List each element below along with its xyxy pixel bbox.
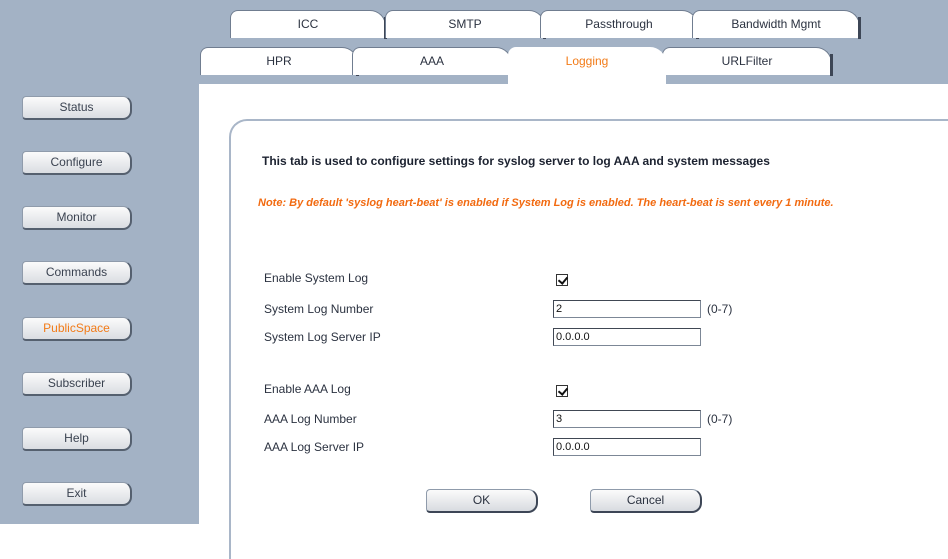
sidebar: Status Configure Monitor Commands Public… [0,0,199,524]
monitor-button[interactable]: Monitor [22,206,132,230]
system-log-number-label: System Log Number [264,302,374,316]
aaa-log-server-ip-label: AAA Log Server IP [264,440,365,454]
enable-aaa-log-label: Enable AAA Log [264,382,351,396]
commands-button[interactable]: Commands [22,261,132,285]
enable-aaa-log-checkbox[interactable] [556,385,568,397]
publicspace-button[interactable]: PublicSpace [22,317,132,341]
tab-smtp[interactable]: SMTP [385,10,546,39]
ok-button[interactable]: OK [426,489,538,513]
system-log-number-hint: (0-7) [707,302,733,316]
configure-button[interactable]: Configure [22,151,132,175]
heartbeat-note: Note: By default 'syslog heart-beat' is … [258,197,834,209]
aaa-log-server-ip-input[interactable] [553,438,701,456]
system-log-server-ip-input[interactable] [553,328,701,346]
tab-passthrough[interactable]: Passthrough [540,10,699,39]
exit-button[interactable]: Exit [22,482,132,506]
tab-bandwidth-mgmt[interactable]: Bandwidth Mgmt [692,10,861,39]
page-description: This tab is used to configure settings f… [262,154,770,168]
system-log-server-ip-label: System Log Server IP [264,330,381,344]
cancel-button[interactable]: Cancel [590,489,702,513]
system-log-number-input[interactable] [553,300,701,318]
enable-system-log-checkbox[interactable] [556,274,568,286]
help-button[interactable]: Help [22,427,132,451]
tab-hpr[interactable]: HPR [200,47,359,76]
aaa-log-number-input[interactable] [553,410,701,428]
tab-logging[interactable]: Logging [508,47,666,85]
tab-urlfilter[interactable]: URLFilter [662,47,833,76]
aaa-log-number-label: AAA Log Number [264,412,357,426]
enable-system-log-label: Enable System Log [264,271,369,285]
status-button[interactable]: Status [22,96,132,120]
aaa-log-number-hint: (0-7) [707,412,733,426]
tab-aaa[interactable]: AAA [352,47,513,76]
tab-icc[interactable]: ICC [230,10,387,39]
subscriber-button[interactable]: Subscriber [22,372,132,396]
